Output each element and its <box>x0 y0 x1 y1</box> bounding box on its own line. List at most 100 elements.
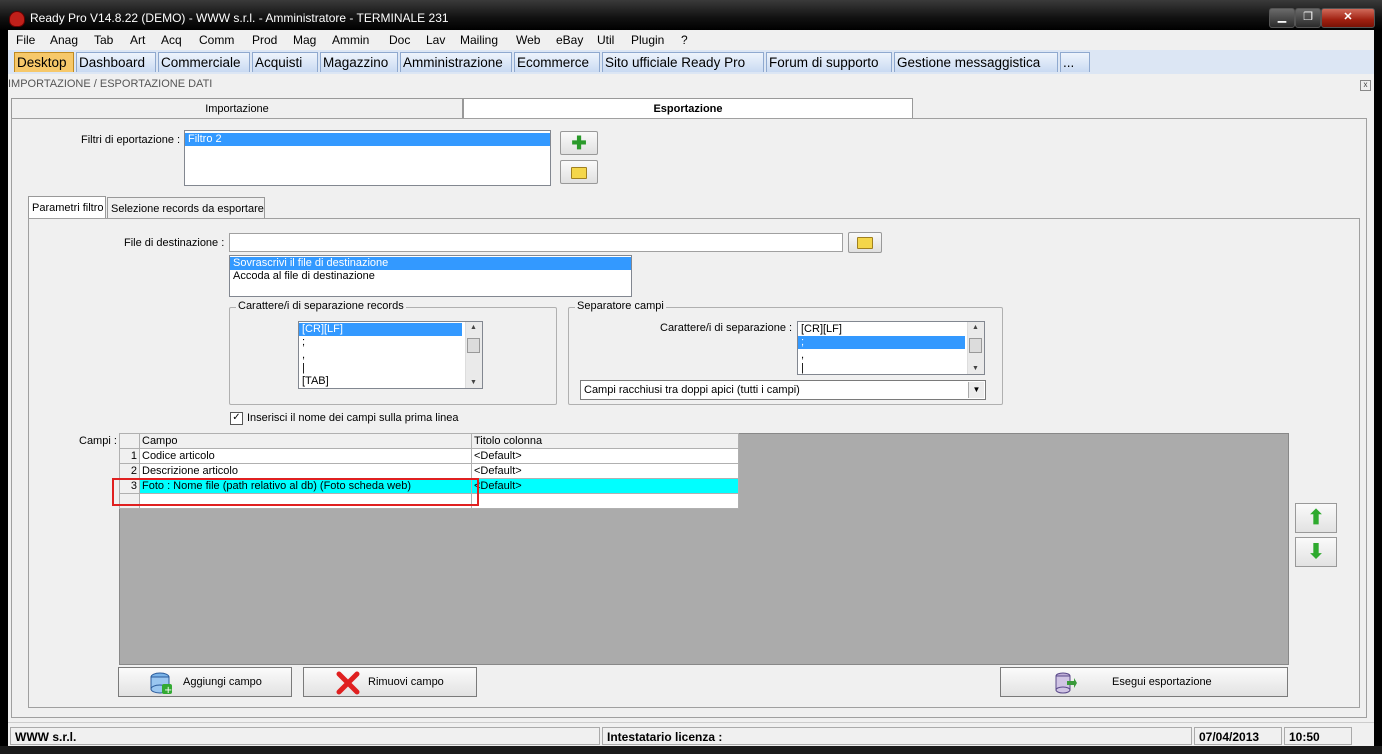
write-mode-list[interactable]: Sovrascrivi il file di destinazione Acco… <box>229 255 632 297</box>
menu-doc[interactable]: Doc <box>389 33 410 47</box>
field-sep-scrollbar[interactable]: ▲ ▼ <box>967 322 984 374</box>
folder-icon <box>857 237 873 249</box>
menu-file[interactable]: File <box>16 33 35 47</box>
browse-dest-button[interactable] <box>848 232 882 253</box>
dest-file-label: File di destinazione : <box>124 237 225 249</box>
menu-tab[interactable]: Tab <box>94 33 113 47</box>
apptab-amministrazione[interactable]: Amministrazione <box>400 52 512 72</box>
record-separator-list[interactable]: [CR][LF] ; , | [TAB] ▲ ▼ <box>298 321 483 389</box>
apptab-dashboard[interactable]: Dashboard <box>76 52 156 72</box>
status-license: Intestatario licenza : <box>602 727 1192 745</box>
grid-header-row: Campo Titolo colonna <box>119 433 739 449</box>
field-separator-title: Separatore campi <box>575 300 666 312</box>
grid-header-titolo[interactable]: Titolo colonna <box>471 433 739 449</box>
menu-web[interactable]: Web <box>516 33 540 47</box>
apptab-desktop[interactable]: Desktop <box>14 52 74 72</box>
record-sep-item[interactable]: [CR][LF] <box>299 323 462 336</box>
status-time: 10:50 <box>1284 727 1352 745</box>
cell-titolo[interactable]: <Default> <box>471 463 739 479</box>
table-row[interactable]: 1 Codice articolo <Default> <box>119 448 739 464</box>
cell-titolo[interactable]: <Default> <box>471 478 739 494</box>
menu-mag[interactable]: Mag <box>293 33 316 47</box>
field-sep-item[interactable]: ; <box>798 336 965 349</box>
app-tab-bar: Desktop Dashboard Commerciale Acquisti M… <box>8 50 1374 74</box>
apptab-commerciale[interactable]: Commerciale <box>158 52 250 72</box>
table-row[interactable]: 2 Descrizione articolo <Default> <box>119 463 739 479</box>
tab-importazione[interactable]: Importazione <box>11 98 463 118</box>
cell-campo[interactable]: Descrizione articolo <box>139 463 472 479</box>
window-title: Ready Pro V14.8.22 (DEMO) - WWW s.r.l. -… <box>30 11 449 25</box>
menu-art[interactable]: Art <box>130 33 145 47</box>
close-window-button[interactable]: ✕ <box>1321 8 1375 28</box>
remove-field-label: Rimuovi campo <box>368 676 444 688</box>
move-down-button[interactable]: ⬇ <box>1295 537 1337 567</box>
menu-ebay[interactable]: eBay <box>556 33 583 47</box>
apptab-forum[interactable]: Forum di supporto <box>766 52 892 72</box>
filters-list[interactable]: Filtro 2 <box>184 130 551 186</box>
filters-label: Filtri di eportazione : <box>81 134 181 146</box>
apptab-more[interactable]: ... <box>1060 52 1090 72</box>
status-date: 07/04/2013 <box>1194 727 1282 745</box>
add-field-button[interactable]: + Aggiungi campo <box>118 667 292 697</box>
write-mode-append[interactable]: Accoda al file di destinazione <box>230 270 631 283</box>
remove-field-button[interactable]: Rimuovi campo <box>303 667 477 697</box>
tab-parametri-filtro[interactable]: Parametri filtro <box>28 196 106 219</box>
menu-plugin[interactable]: Plugin <box>631 33 664 47</box>
filter-item[interactable]: Filtro 2 <box>185 133 550 146</box>
menu-anag[interactable]: Anag <box>50 33 78 47</box>
record-sep-scrollbar[interactable]: ▲ ▼ <box>465 322 482 388</box>
header-row-checkbox[interactable]: ✓ <box>230 412 243 425</box>
menu-prod[interactable]: Prod <box>252 33 277 47</box>
record-sep-item[interactable]: , <box>299 349 482 362</box>
row-number: 2 <box>119 463 140 479</box>
minimize-button[interactable]: ▁ <box>1269 8 1295 28</box>
quote-option-value: Campi racchiusi tra doppi apici (tutti i… <box>584 384 800 396</box>
arrow-up-icon: ⬆ <box>1307 507 1325 529</box>
menu-bar: File Anag Tab Art Acq Comm Prod Mag Ammi… <box>8 30 1374 50</box>
menu-ammin[interactable]: Ammin <box>332 33 369 47</box>
status-company: WWW s.r.l. <box>10 727 600 745</box>
apptab-sito-ufficiale[interactable]: Sito ufficiale Ready Pro <box>602 52 764 72</box>
record-sep-item[interactable]: ; <box>299 336 482 349</box>
apptab-messaggistica[interactable]: Gestione messaggistica <box>894 52 1058 72</box>
close-icon[interactable]: x <box>1360 80 1371 91</box>
tab-selezione-records[interactable]: Selezione records da esportare <box>107 197 265 219</box>
apptab-acquisti[interactable]: Acquisti <box>252 52 318 72</box>
menu-lav[interactable]: Lav <box>426 33 445 47</box>
cell-titolo[interactable]: <Default> <box>471 448 739 464</box>
record-separator-title: Carattere/i di separazione records <box>236 300 406 312</box>
field-separator-list[interactable]: [CR][LF] ; , | ▲ ▼ <box>797 321 985 375</box>
apptab-ecommerce[interactable]: Ecommerce <box>514 52 600 72</box>
row-number: 1 <box>119 448 140 464</box>
svg-text:+: + <box>164 685 172 695</box>
menu-mailing[interactable]: Mailing <box>460 33 498 47</box>
add-filter-button[interactable]: ✚ <box>560 131 598 155</box>
field-sep-item[interactable]: , <box>798 349 984 362</box>
menu-acq[interactable]: Acq <box>161 33 182 47</box>
cell-campo[interactable]: Codice articolo <box>139 448 472 464</box>
menu-comm[interactable]: Comm <box>199 33 234 47</box>
record-sep-item[interactable]: | <box>299 362 482 375</box>
chevron-down-icon[interactable]: ▼ <box>968 382 984 398</box>
apptab-magazzino[interactable]: Magazzino <box>320 52 398 72</box>
field-sep-item[interactable]: | <box>798 362 984 374</box>
run-export-button[interactable]: Esegui esportazione <box>1000 667 1288 697</box>
open-filter-button[interactable] <box>560 160 598 184</box>
grid-header-rownum <box>119 433 140 449</box>
move-up-button[interactable]: ⬆ <box>1295 503 1337 533</box>
cell-titolo[interactable] <box>471 493 739 509</box>
section-title: IMPORTAZIONE / ESPORTAZIONE DATI <box>8 78 213 90</box>
write-mode-overwrite[interactable]: Sovrascrivi il file di destinazione <box>230 257 631 270</box>
fields-label: Campi : <box>79 435 117 447</box>
dest-file-input[interactable] <box>229 233 843 252</box>
quote-option-select[interactable]: Campi racchiusi tra doppi apici (tutti i… <box>580 380 986 400</box>
red-x-icon <box>336 671 360 695</box>
menu-util[interactable]: Util <box>597 33 614 47</box>
record-sep-item[interactable]: [TAB] <box>299 375 482 388</box>
menu-help[interactable]: ? <box>681 33 688 47</box>
tab-esportazione[interactable]: Esportazione <box>463 98 913 118</box>
grid-header-campo[interactable]: Campo <box>139 433 472 449</box>
maximize-button[interactable]: ❐ <box>1295 8 1321 28</box>
window-title-bar: Ready Pro V14.8.22 (DEMO) - WWW s.r.l. -… <box>0 0 1382 30</box>
field-sep-item[interactable]: [CR][LF] <box>798 323 984 336</box>
